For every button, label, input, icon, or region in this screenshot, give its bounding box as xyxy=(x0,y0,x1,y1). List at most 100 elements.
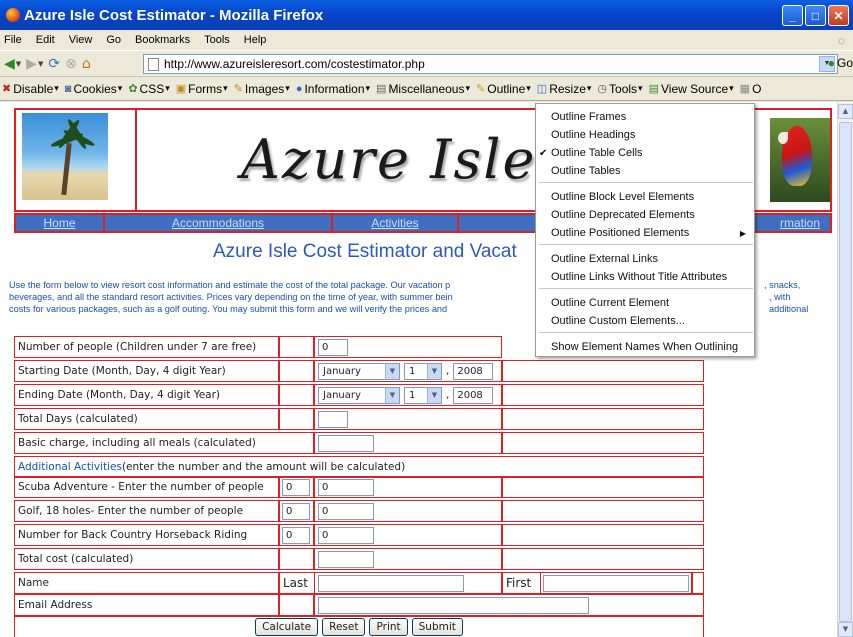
total-cost-field[interactable] xyxy=(318,550,374,568)
people-input[interactable]: 0 xyxy=(318,338,348,356)
additional-activities-link[interactable]: Additional Activities xyxy=(18,461,122,473)
menu-file[interactable]: File xyxy=(4,34,22,46)
menu-item-label: Outline External Links xyxy=(551,253,658,265)
end-year-input[interactable]: 2008 xyxy=(453,386,494,404)
menu-item-label: Show Element Names When Outlining xyxy=(551,341,739,353)
scroll-thumb[interactable] xyxy=(839,122,852,622)
first-name-input[interactable] xyxy=(543,574,689,592)
menu-item-outline-deprecated-elements[interactable]: Outline Deprecated Elements xyxy=(536,206,754,224)
devbar-icon: ✎ xyxy=(476,83,486,95)
page-icon xyxy=(148,57,159,71)
devbar-item-tools[interactable]: ◷ Tools ▾ xyxy=(597,82,642,96)
stop-icon[interactable]: ⊗ xyxy=(65,56,77,72)
url-value[interactable]: http://www.azureisleresort.com/costestim… xyxy=(164,57,819,71)
devbar-item-resize[interactable]: ◫ Resize ▾ xyxy=(537,82,592,96)
devbar-item-forms[interactable]: ▣ Forms ▾ xyxy=(176,82,228,96)
dropdown-arrow-icon: ▾ xyxy=(465,83,471,93)
menu-tools[interactable]: Tools xyxy=(204,34,230,46)
menu-item-outline-tables[interactable]: Outline Tables xyxy=(536,162,754,180)
devbar-icon: ◫ xyxy=(536,83,548,95)
menu-item-label: Outline Links Without Title Attributes xyxy=(551,271,728,283)
horseback-label: Number for Back Country Horseback Riding xyxy=(14,524,279,546)
end-month-select[interactable]: January ▼ xyxy=(318,386,400,404)
menu-item-outline-current-element[interactable]: Outline Current Element xyxy=(536,294,754,312)
nav-link-home[interactable]: Home xyxy=(43,216,75,230)
menu-item-outline-positioned-elements[interactable]: Outline Positioned Elements ▶ xyxy=(536,224,754,242)
close-button[interactable]: ✕ xyxy=(828,5,849,26)
menu-item-outline-block-level-elements[interactable]: Outline Block Level Elements xyxy=(536,188,754,206)
reload-icon[interactable]: ⟳ xyxy=(48,56,60,72)
menu-item-outline-external-links[interactable]: Outline External Links xyxy=(536,250,754,268)
go-button[interactable]: ● Go xyxy=(828,56,853,70)
last-name-input[interactable] xyxy=(318,574,464,592)
menu-edit[interactable]: Edit xyxy=(36,34,55,46)
start-day-select[interactable]: 1 ▼ xyxy=(404,362,442,380)
devbar-item-disable[interactable]: ✖ Disable ▾ xyxy=(2,82,59,96)
home-icon[interactable]: ⌂ xyxy=(82,56,91,72)
devbar-item-information[interactable]: ● Information ▾ xyxy=(296,82,370,96)
additional-activities-text: (enter the number and the amount will be… xyxy=(121,461,406,473)
menu-item-outline-custom-elements[interactable]: Outline Custom Elements... xyxy=(536,312,754,330)
forward-button[interactable]: ▶ ▼ xyxy=(26,56,43,72)
horseback-amount-field[interactable]: 0 xyxy=(318,526,374,544)
menu-item-outline-links-without-title-attributes[interactable]: Outline Links Without Title Attributes xyxy=(536,268,754,286)
submenu-arrow-icon: ▶ xyxy=(739,228,746,238)
devbar-item-miscellaneous[interactable]: ▤ Miscellaneous ▾ xyxy=(376,82,470,96)
dropdown-arrow-icon: ▾ xyxy=(729,83,734,93)
horseback-count-input[interactable]: 0 xyxy=(282,526,310,544)
devbar-item-outline[interactable]: ✎ Outline ▾ xyxy=(476,82,531,96)
nav-link-activities[interactable]: Activities xyxy=(371,216,418,230)
menu-bookmarks[interactable]: Bookmarks xyxy=(135,34,190,46)
menu-go[interactable]: Go xyxy=(106,34,121,46)
scroll-up-icon[interactable]: ▲ xyxy=(838,104,853,119)
submit-button[interactable]: Submit xyxy=(411,618,463,636)
menu-item-label: Outline Current Element xyxy=(551,297,669,309)
scuba-count-input[interactable]: 0 xyxy=(282,478,310,496)
menu-view[interactable]: View xyxy=(69,34,93,46)
vertical-scrollbar[interactable]: ▲ ▼ xyxy=(837,102,853,637)
forward-dropdown-icon[interactable]: ▼ xyxy=(38,60,43,68)
menu-item-outline-headings[interactable]: Outline Headings xyxy=(536,126,754,144)
scuba-amount-field[interactable]: 0 xyxy=(318,478,374,496)
url-bar[interactable]: http://www.azureisleresort.com/costestim… xyxy=(143,54,838,74)
nav-item-activities[interactable]: Activities xyxy=(333,215,459,231)
back-button[interactable]: ◀ ▼ xyxy=(4,56,21,72)
menu-help[interactable]: Help xyxy=(244,34,267,46)
devbar-item-css[interactable]: ✿ CSS ▾ xyxy=(128,82,169,96)
print-button[interactable]: Print xyxy=(369,618,408,636)
scroll-down-icon[interactable]: ▼ xyxy=(838,622,853,637)
go-label: Go xyxy=(836,56,853,70)
menu-item-outline-table-cells[interactable]: ✔ Outline Table Cells xyxy=(536,144,754,162)
total-days-field[interactable] xyxy=(318,410,348,428)
menu-item-outline-frames[interactable]: Outline Frames xyxy=(536,108,754,126)
name-label: Name xyxy=(14,572,279,594)
menu-item-label: Outline Block Level Elements xyxy=(551,191,695,203)
devbar-icon: ● xyxy=(295,82,303,95)
minimize-button[interactable]: _ xyxy=(782,5,803,26)
basic-charge-field[interactable] xyxy=(318,434,374,452)
email-input[interactable] xyxy=(318,596,589,614)
calculate-button[interactable]: Calculate xyxy=(255,618,319,636)
devbar-item-o[interactable]: ▦ O xyxy=(740,82,762,96)
go-icon: ● xyxy=(827,56,835,70)
maximize-button[interactable]: □ xyxy=(805,5,826,26)
reset-button[interactable]: Reset xyxy=(322,618,366,636)
window-title: Azure Isle Cost Estimator - Mozilla Fire… xyxy=(24,6,324,24)
dropdown-arrow-icon: ▾ xyxy=(638,83,643,93)
menu-item-show-element-names-when-outlining[interactable]: Show Element Names When Outlining xyxy=(536,338,754,356)
start-month-select[interactable]: January ▼ xyxy=(318,362,400,380)
devbar-item-view-source[interactable]: ▤ View Source ▾ xyxy=(649,82,734,96)
devbar-item-cookies[interactable]: ◙ Cookies ▾ xyxy=(65,82,123,96)
golf-count-input[interactable]: 0 xyxy=(282,502,310,520)
nav-link-accommodations[interactable]: Accommodations xyxy=(172,216,264,230)
devbar-item-images[interactable]: ✎ Images ▾ xyxy=(234,82,290,96)
nav-link-information[interactable]: rmation xyxy=(780,216,820,230)
devbar-label: O xyxy=(752,81,762,96)
nav-item-home[interactable]: Home xyxy=(16,215,105,231)
dropdown-arrow-icon: ▾ xyxy=(117,83,123,93)
start-year-input[interactable]: 2008 xyxy=(453,362,494,380)
golf-amount-field[interactable]: 0 xyxy=(318,502,374,520)
end-day-select[interactable]: 1 ▼ xyxy=(404,386,442,404)
back-dropdown-icon[interactable]: ▼ xyxy=(16,60,21,68)
nav-item-accommodations[interactable]: Accommodations xyxy=(105,215,333,231)
